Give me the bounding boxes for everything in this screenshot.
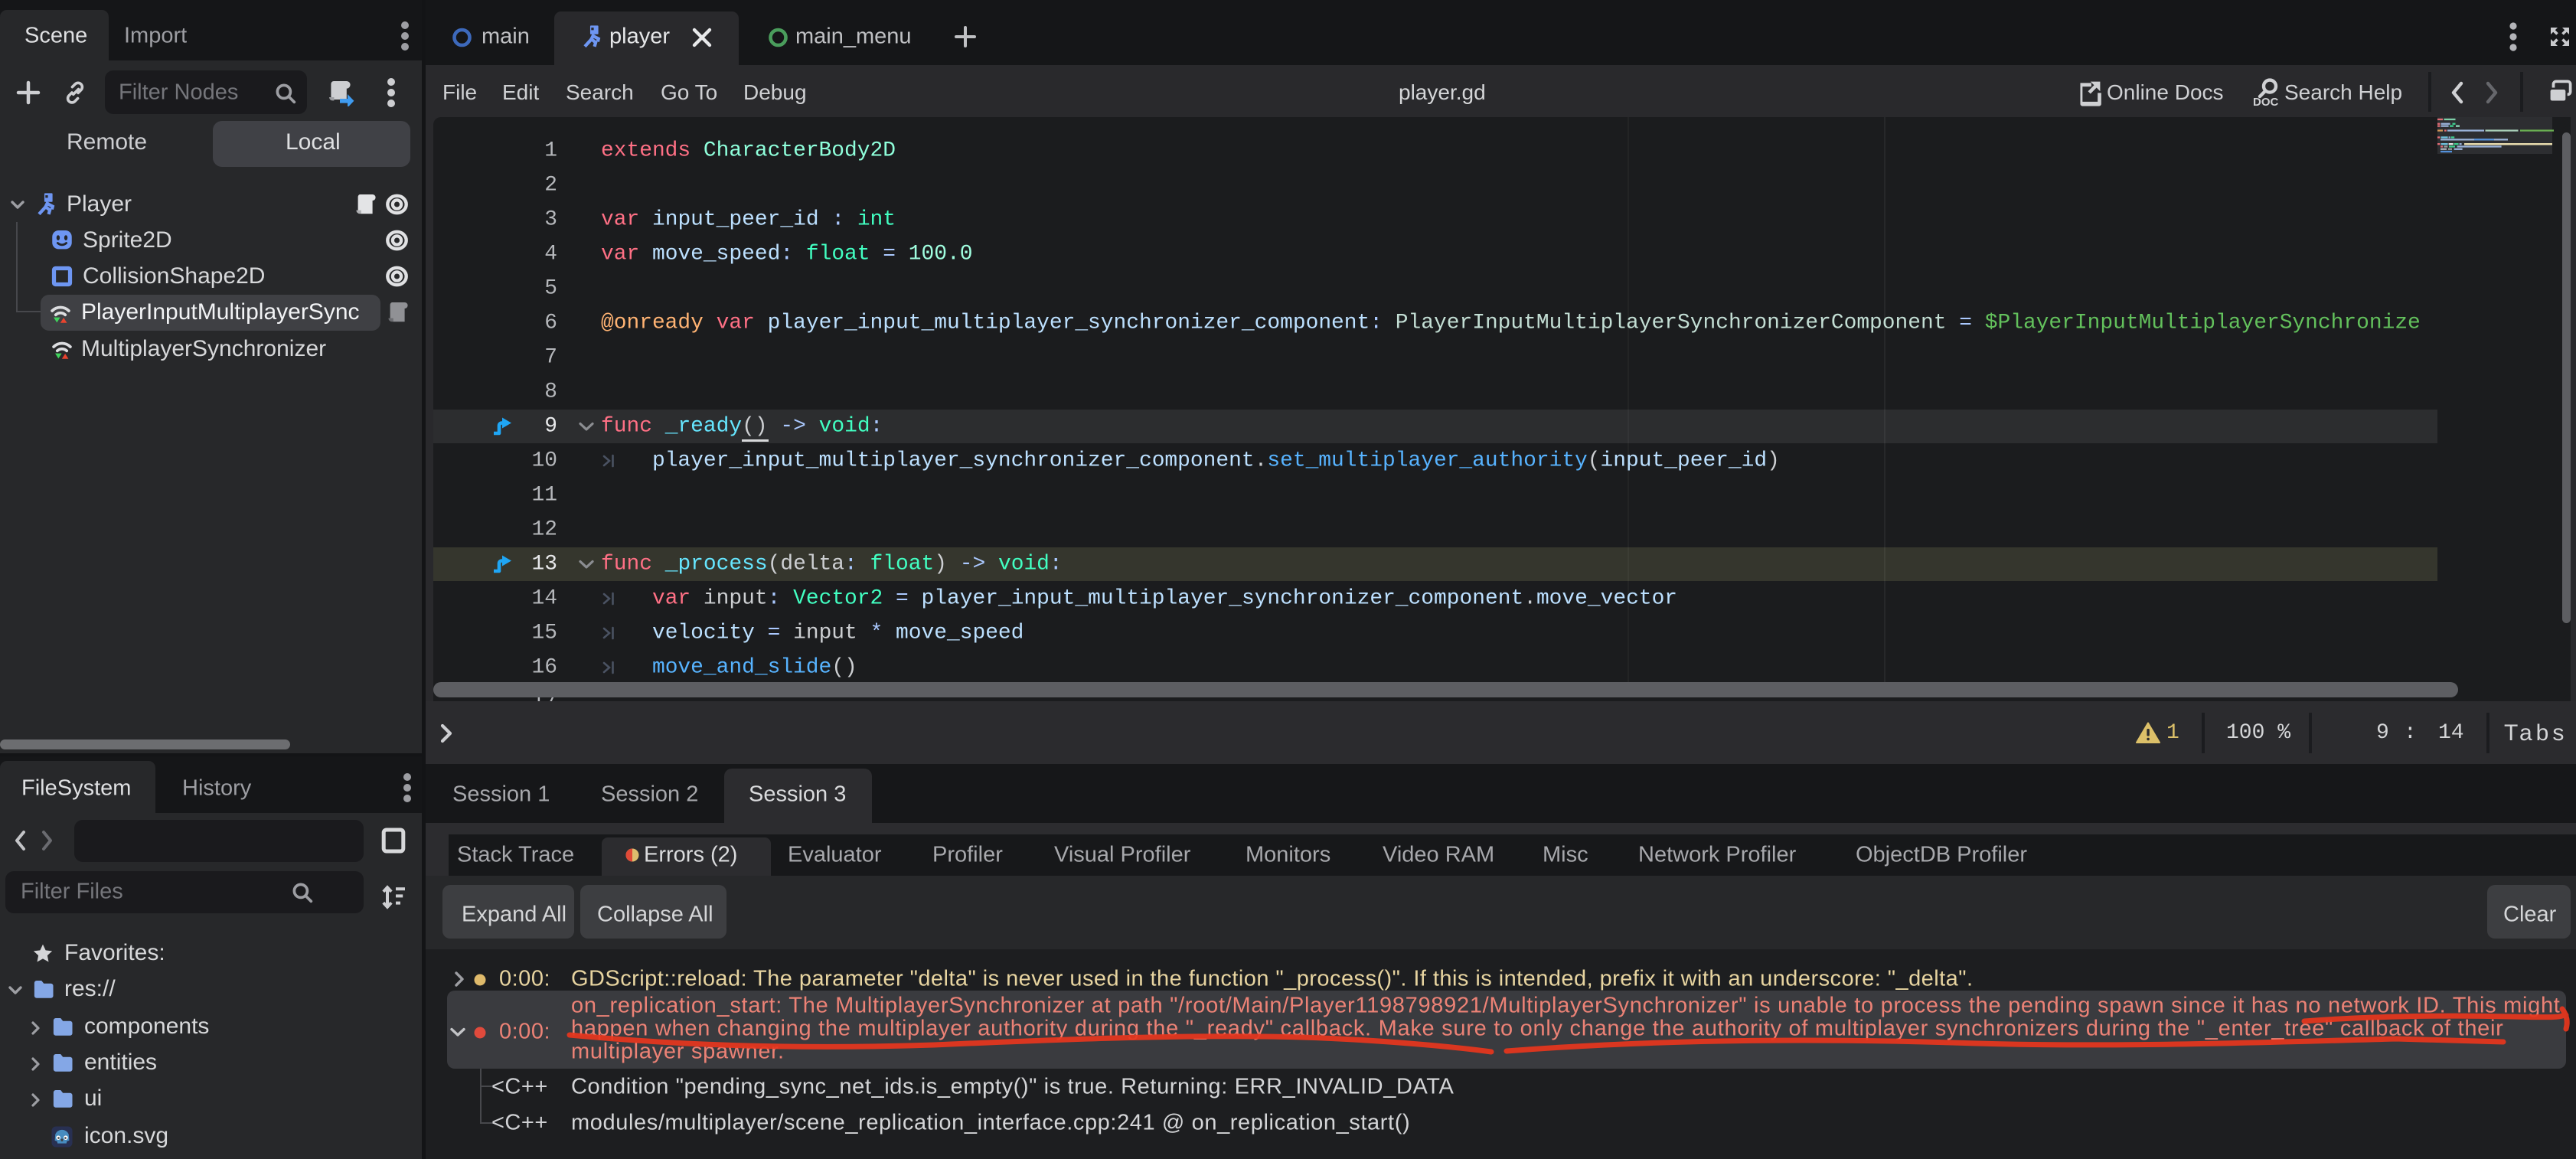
svg-text:DOC: DOC: [2253, 96, 2279, 108]
